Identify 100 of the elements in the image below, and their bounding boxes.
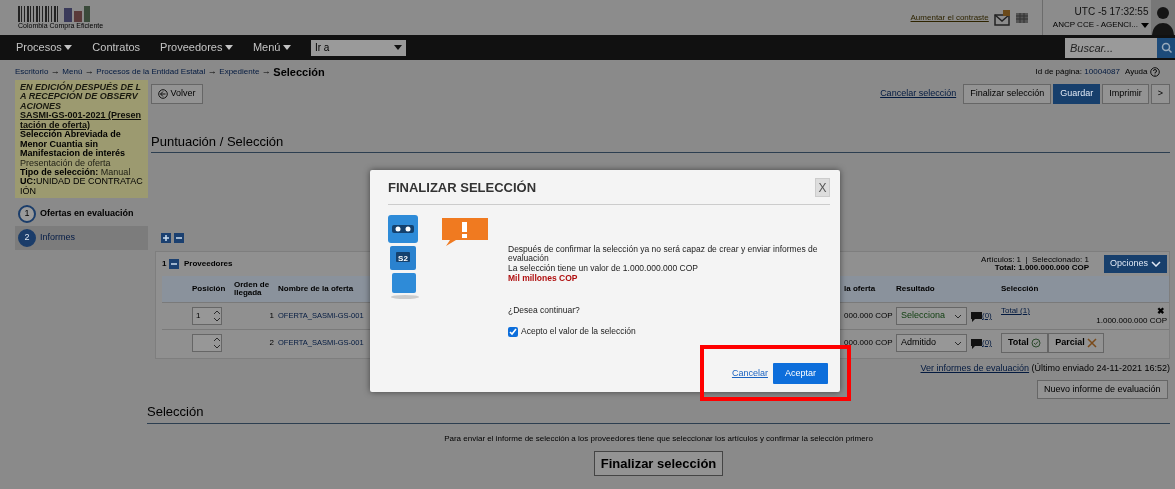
breadcrumb-separator: → bbox=[261, 65, 271, 79]
toolbar-button[interactable]: > bbox=[1150, 84, 1170, 104]
finalize-selection-button[interactable]: Finalizar selección bbox=[593, 450, 724, 476]
position-spinner[interactable]: 1 bbox=[192, 307, 222, 325]
checkbox-label: Acepto el valor de la selección bbox=[521, 327, 636, 338]
table-cell-text: 1.000.000.000 COP bbox=[1095, 316, 1167, 326]
chevron-down-icon bbox=[1150, 261, 1161, 267]
user-menu[interactable]: ANCP CCE - AGENCI... bbox=[1052, 19, 1149, 31]
goto-select[interactable]: Ir a bbox=[310, 39, 406, 56]
page-id-value: 10004087 bbox=[1084, 66, 1120, 78]
spinner-arrows-icon bbox=[213, 310, 221, 322]
breadcrumb-link[interactable]: Menú bbox=[62, 66, 83, 78]
step-link[interactable]: Informes bbox=[40, 231, 75, 245]
breadcrumb-separator: → bbox=[207, 65, 217, 79]
logo-icon bbox=[18, 5, 90, 22]
caret-icon bbox=[1140, 22, 1149, 28]
comment-count[interactable]: (0) bbox=[982, 337, 992, 349]
close-button[interactable]: X bbox=[815, 178, 830, 198]
phase-text: Presentación de oferta bbox=[20, 158, 112, 168]
comment-icon bbox=[971, 312, 982, 322]
result-select[interactable]: Admitido bbox=[896, 334, 967, 352]
search-icon bbox=[1160, 42, 1172, 53]
group-number: 1 bbox=[162, 258, 167, 270]
cancel-link[interactable]: Cancelar bbox=[731, 366, 768, 380]
comment-count[interactable]: (0) bbox=[982, 310, 992, 322]
remove-icon[interactable]: ✖ bbox=[1156, 306, 1165, 317]
summary-text: Artículos: 1 | Seleccionado: 1 bbox=[981, 256, 1089, 264]
reports-note: (Último enviado 24-11-2021 16:52) bbox=[1031, 362, 1170, 375]
toolbar-button[interactable]: Guardar bbox=[1053, 84, 1101, 104]
breadcrumb-current: Selección bbox=[273, 64, 325, 80]
search-field[interactable]: Buscar... bbox=[1065, 37, 1157, 58]
help-link[interactable]: Ayuda bbox=[1124, 66, 1148, 78]
nav-menu-item[interactable]: Menú bbox=[252, 39, 291, 56]
mail-icon bbox=[993, 9, 1011, 26]
reports-link[interactable]: Ver informes de evaluación bbox=[920, 362, 1030, 376]
new-report-button[interactable]: Nuevo informe de evaluación bbox=[1036, 379, 1168, 399]
contrast-link[interactable]: Aumentar el contraste bbox=[910, 11, 989, 24]
column-header: Selección bbox=[1000, 285, 1040, 293]
column-header: Posición bbox=[191, 285, 227, 293]
caret-icon bbox=[224, 45, 233, 50]
breadcrumb-separator: → bbox=[84, 65, 94, 79]
table-cell-text: 1 bbox=[268, 310, 275, 322]
table-cell-text: 000.000 COP bbox=[843, 310, 894, 322]
total-link[interactable]: Total (1) bbox=[1001, 306, 1030, 317]
help-icon bbox=[1150, 67, 1160, 77]
toolbar-button[interactable]: Finalizar selección bbox=[963, 84, 1052, 104]
table-cell-text: 2 bbox=[268, 337, 275, 349]
caret-icon bbox=[282, 45, 291, 50]
status-text: EN EDICIÓN DESPUÉS DE LA RECEPCIÓN DE OBSERVACIONES bbox=[20, 83, 143, 111]
chevron-down-icon bbox=[954, 340, 962, 346]
nav-menu-item[interactable]: Contratos bbox=[92, 39, 141, 56]
back-button[interactable]: Volver bbox=[151, 84, 203, 104]
selection-type: Tipo de selección: Manual bbox=[20, 167, 132, 178]
expand-all-icon bbox=[161, 233, 171, 243]
position-spinner[interactable] bbox=[192, 334, 222, 352]
breadcrumb-link[interactable]: Procesos de la Entidad Estatal bbox=[96, 66, 206, 78]
accept-checkbox[interactable] bbox=[508, 327, 518, 338]
robot-drawing: S2 bbox=[384, 212, 490, 301]
back-arrow-icon bbox=[158, 88, 168, 99]
dialog-value-text: La selección tiene un valor de 1.000.000.000 COP bbox=[508, 264, 699, 274]
caret-icon bbox=[64, 45, 73, 50]
partial-button[interactable]: Parcial bbox=[1048, 333, 1105, 353]
accept-button[interactable]: Aceptar bbox=[772, 362, 828, 384]
column-header: la oferta bbox=[843, 285, 877, 293]
summary-total: Total: 1.000.000.000 COP bbox=[994, 264, 1089, 272]
process-type: Selección Abreviada de Menor Cuantia sin Manifestacion de interés bbox=[20, 130, 127, 159]
nav-menu-item[interactable]: Procesos bbox=[16, 39, 73, 56]
column-header: Nombre de la oferta bbox=[277, 285, 355, 293]
section-title: Selección bbox=[147, 402, 1170, 424]
table-cell-text: 000.000 COP bbox=[843, 337, 894, 349]
page-id-label: Id de página: bbox=[1035, 66, 1082, 78]
breadcrumb-link[interactable]: Escritorio bbox=[15, 66, 49, 78]
cross-icon bbox=[1087, 338, 1098, 348]
selection-message: Para enviar el informe de selección a los proveedores tiene que seleccionar los artículos y confirmar la selección primero bbox=[443, 432, 874, 445]
section-title: Puntuación / Selección bbox=[151, 131, 1170, 153]
unit-text: UC:UNIDAD DE CONTRATACIÓN bbox=[20, 177, 143, 197]
column-header: Resultado bbox=[895, 285, 936, 293]
collapse-icon bbox=[168, 259, 179, 269]
toolbar-button[interactable]: Imprimir bbox=[1102, 84, 1149, 104]
process-link[interactable]: SASMI-GS-001-2021 (Presentación de oferta) bbox=[20, 111, 143, 131]
dialog-message: Después de confirmar la selección ya no será capaz de crear y enviar informes de evaluación bbox=[508, 244, 818, 264]
step-number: 1 bbox=[18, 205, 36, 223]
collapse-all-icon bbox=[173, 233, 184, 243]
dialog-value-words: Mil millones COP bbox=[508, 273, 579, 284]
total-button[interactable]: Total bbox=[1001, 333, 1049, 353]
cancel-selection-link[interactable]: Cancelar selección bbox=[880, 87, 957, 101]
step-number: 2 bbox=[18, 229, 36, 247]
breadcrumb-separator: → bbox=[50, 65, 60, 79]
search-button[interactable] bbox=[1157, 37, 1175, 58]
nav-menu-item[interactable]: Proveedores bbox=[160, 39, 233, 56]
comment-icon bbox=[971, 339, 982, 349]
dialog-title: FINALIZAR SELECCIÓN bbox=[388, 179, 537, 197]
chevron-down-icon bbox=[954, 313, 962, 319]
result-select[interactable]: Selecciona bbox=[896, 307, 967, 325]
clock-text: UTC -5 17:32:55 bbox=[1074, 5, 1149, 19]
caret-icon bbox=[393, 45, 402, 50]
column-header: Orden de llegada bbox=[233, 281, 271, 297]
options-button[interactable]: Opciones bbox=[1103, 255, 1167, 273]
breadcrumb-link[interactable]: Expediente bbox=[219, 66, 260, 78]
step-link[interactable]: Ofertas en evaluación bbox=[40, 207, 134, 221]
